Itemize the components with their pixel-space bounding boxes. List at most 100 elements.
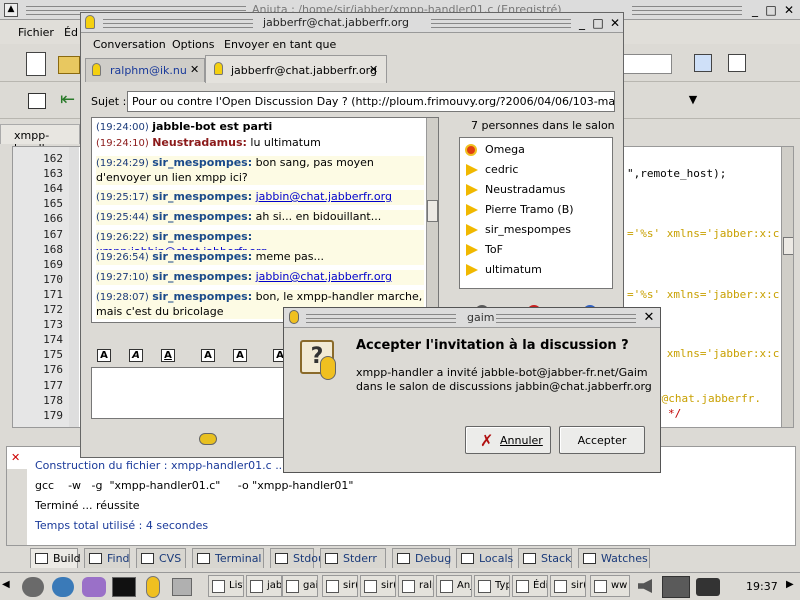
workspace-switcher[interactable] [662, 576, 690, 598]
taskbar-item[interactable]: sir( [322, 575, 358, 597]
tab-stack[interactable]: Stack [518, 548, 572, 568]
tools-icon[interactable] [172, 578, 192, 596]
tab-find[interactable]: Find [84, 548, 130, 568]
tab-ralphm[interactable]: ralphm@ik.nu ✕ [85, 58, 205, 82]
people-list[interactable]: Omega cedric Neustradamus Pierre Tramo (B) s… [459, 137, 613, 289]
taskbar-item[interactable]: Typ [474, 575, 510, 597]
taskbar: ◀ List jabl gaim sir(sir(ralp Anj Typ Édi sir(w… [0, 572, 800, 600]
chat-close-icon[interactable]: ✕ [608, 16, 622, 30]
format-italic-icon[interactable]: A [129, 349, 143, 362]
log-scrollbar[interactable] [426, 118, 438, 322]
message-link[interactable]: jabbin@chat.jabberfr.org [256, 270, 392, 283]
send-icon[interactable] [199, 433, 217, 445]
menu-options[interactable]: Options [172, 38, 214, 51]
participant[interactable]: sir_mespompes [460, 220, 610, 240]
toolbar-field[interactable] [622, 54, 672, 74]
menu-conversation[interactable]: Conversation [93, 38, 166, 51]
tab-cvs[interactable]: CVS [136, 548, 186, 568]
chat-message: (19:25:17) sir_mespompes: jabbin@chat.ja… [96, 190, 424, 205]
speaker-icon[interactable] [638, 579, 652, 593]
build-line-2: gcc -w -g "xmpp-handler01.c" -o "xmpp-ha… [35, 479, 354, 492]
format-underline-icon[interactable]: A [161, 349, 175, 362]
browser-globe-icon[interactable] [52, 577, 74, 597]
window-menu-icon[interactable]: ▲ [4, 3, 18, 17]
gaim-launcher-icon[interactable] [146, 576, 160, 598]
participant[interactable]: cedric [460, 160, 610, 180]
participant[interactable]: ultimatum [460, 260, 610, 280]
terminal-icon[interactable] [112, 577, 136, 597]
fold-margin [69, 147, 79, 427]
log-scroll-thumb[interactable] [427, 200, 438, 222]
menu-send-as[interactable]: Envoyer en tant que [224, 38, 336, 51]
message-log[interactable]: (19:24:00) jabble-bot est parti (19:24:1… [91, 117, 439, 323]
file-tab[interactable]: xmpp-handle [0, 124, 80, 155]
dialog-close-icon[interactable]: ✕ [642, 311, 656, 325]
terminal-icon [197, 553, 210, 564]
format-bold-icon[interactable]: A [97, 349, 111, 362]
chat-minimize-icon[interactable]: _ [575, 16, 589, 30]
list-icon[interactable] [28, 93, 46, 109]
window-icon[interactable] [694, 54, 712, 72]
reject-button[interactable]: ✗ Annuler [465, 426, 551, 454]
tab-watches[interactable]: Watches [578, 548, 650, 568]
close-icon[interactable]: ✕ [782, 3, 796, 17]
watches-icon [583, 553, 596, 564]
tab-stdout[interactable]: Stdout [270, 548, 329, 568]
back-arrow-icon[interactable]: ⇤ [60, 89, 75, 110]
panel-right-arrow[interactable]: ▶ [786, 579, 794, 590]
maximize-icon[interactable]: □ [764, 3, 778, 17]
tab-close-icon[interactable]: ✕ [369, 63, 378, 76]
new-file-icon[interactable] [26, 52, 46, 76]
taskbar-item[interactable]: ralp [398, 575, 434, 597]
tab-debug[interactable]: Debug [392, 548, 452, 568]
subject-label: Sujet : [91, 95, 127, 108]
taskbar-item[interactable]: Édi [512, 575, 548, 597]
taskbar-item[interactable]: Anj [436, 575, 472, 597]
butterfly-icon[interactable] [82, 577, 106, 597]
minimize-icon[interactable]: _ [748, 3, 762, 17]
tab-jabberfr[interactable]: jabberfr@chat.jabberfr.org ✕ [205, 55, 387, 83]
build-panel-close-icon[interactable]: ✕ [11, 451, 20, 464]
taskbar-item[interactable]: jabl [246, 575, 282, 597]
tab-terminal[interactable]: Terminal [192, 548, 264, 568]
tab-label: Stack [541, 552, 572, 565]
document-list-icon[interactable] [728, 54, 746, 72]
taskbar-item[interactable]: sir( [360, 575, 396, 597]
accept-button[interactable]: Accepter [559, 426, 645, 454]
dialog-title-stripes-right [496, 314, 636, 323]
camera-icon[interactable] [696, 578, 720, 596]
participant[interactable]: Pierre Tramo (B) [460, 200, 610, 220]
tab-build[interactable]: Build [30, 548, 81, 568]
subject-field[interactable]: Pour ou contre l'Open Discussion Day ? (… [127, 91, 615, 112]
taskbar-item[interactable]: List [208, 575, 244, 597]
panel-left-arrow[interactable]: ◀ [2, 579, 10, 590]
dropdown-arrow-icon[interactable]: ▼ [682, 89, 704, 111]
text-larger-icon[interactable]: A [201, 349, 215, 362]
participant[interactable]: Neustradamus [460, 180, 610, 200]
chat-maximize-icon[interactable]: □ [591, 16, 605, 30]
line-number: 165 [43, 197, 63, 211]
menu-fichier[interactable]: Fichier [18, 26, 54, 39]
text-smaller-icon[interactable]: A [233, 349, 247, 362]
tab-locals[interactable]: Locals [456, 548, 513, 568]
tab-stderr[interactable]: Stderr [320, 548, 386, 568]
taskbar-item-label: Anj [457, 580, 472, 591]
chat-title-stripes [103, 19, 253, 28]
taskbar-item[interactable]: sir( [550, 575, 586, 597]
clock[interactable]: 19:37 [746, 580, 778, 593]
taskbar-item[interactable]: ww [590, 575, 630, 597]
open-folder-icon[interactable] [58, 56, 80, 74]
line-number: 167 [43, 227, 63, 241]
taskbar-item[interactable]: gaim [282, 575, 318, 597]
bulb-icon [214, 62, 223, 75]
window-icon [516, 580, 529, 593]
gnome-foot-icon[interactable] [22, 577, 44, 597]
tab-close-icon[interactable]: ✕ [190, 63, 199, 76]
tab-label: Debug [415, 552, 452, 565]
participant[interactable]: ToF [460, 240, 610, 260]
message-link[interactable]: jabbin@chat.jabberfr.org [256, 190, 392, 203]
editor-scrollbar[interactable] [781, 147, 793, 427]
editor-scroll-thumb[interactable] [783, 237, 793, 255]
menu-edition[interactable]: Éd [64, 26, 78, 39]
participant[interactable]: Omega [460, 140, 610, 160]
